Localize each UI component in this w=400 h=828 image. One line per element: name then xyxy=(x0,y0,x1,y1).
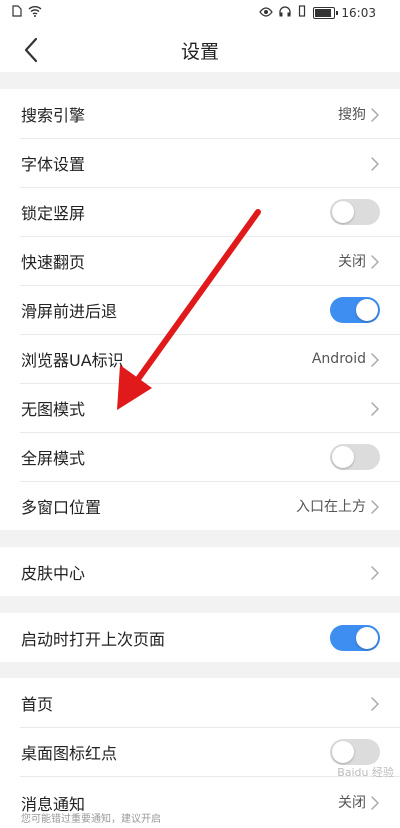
wifi-icon xyxy=(28,5,42,20)
chevron-right-icon xyxy=(370,795,380,810)
file-icon xyxy=(12,5,22,20)
setting-label: 滑屏前进后退 xyxy=(21,301,118,321)
toggle-switch[interactable] xyxy=(330,198,380,225)
setting-label: 桌面图标红点 xyxy=(21,743,118,763)
page-title: 设置 xyxy=(180,41,219,63)
chevron-right-icon xyxy=(370,254,380,269)
chevron-right-icon xyxy=(370,156,380,171)
setting-row[interactable]: 浏览器UA标识 Android xyxy=(0,334,400,383)
setting-row[interactable]: 快速翻页 关闭 xyxy=(0,236,400,285)
chevron-right-icon xyxy=(370,696,380,711)
setting-row[interactable]: 皮肤中心 xyxy=(0,547,400,596)
setting-label: 快速翻页 xyxy=(21,252,86,272)
chevron-right-icon xyxy=(370,107,380,122)
setting-label: 多窗口位置 xyxy=(21,497,102,517)
setting-value: 入口在上方 xyxy=(296,498,366,515)
setting-row[interactable]: 搜索引擎 搜狗 xyxy=(0,89,400,138)
setting-label: 无图模式 xyxy=(21,399,86,419)
status-time: 16:03 xyxy=(341,5,376,20)
toggle-switch[interactable] xyxy=(330,624,380,651)
setting-row[interactable]: 启动时打开上次页面 xyxy=(0,613,400,662)
setting-row[interactable]: 多窗口位置 入口在上方 xyxy=(0,481,400,530)
setting-label: 搜索引擎 xyxy=(21,105,86,125)
setting-label: 首页 xyxy=(21,694,54,714)
headphones-icon xyxy=(279,5,292,20)
setting-value: 搜狗 xyxy=(338,106,366,123)
settings-group: 皮肤中心 xyxy=(0,547,400,596)
status-bar: 16:03 xyxy=(0,0,400,26)
setting-row[interactable]: 首页 xyxy=(0,678,400,727)
setting-label: 锁定竖屏 xyxy=(21,203,86,223)
setting-row[interactable]: 消息通知 您可能错过重要通知，建议开启 关闭 xyxy=(0,776,400,828)
toggle-knob xyxy=(356,298,378,321)
battery-icon xyxy=(313,6,339,19)
setting-row[interactable]: 锁定竖屏 xyxy=(0,187,400,236)
settings-group: 启动时打开上次页面 xyxy=(0,613,400,662)
eye-icon xyxy=(259,6,274,20)
toggle-knob xyxy=(332,200,354,223)
toggle-knob xyxy=(332,740,354,763)
toggle-knob xyxy=(356,626,378,649)
setting-value: 关闭 xyxy=(338,253,366,270)
settings-group: 首页 桌面图标红点 消息通知 您可能错过重要通知，建议开启 关闭 xyxy=(0,678,400,828)
setting-label: 浏览器UA标识 xyxy=(21,350,124,370)
setting-label: 字体设置 xyxy=(21,154,86,174)
setting-row[interactable]: 无图模式 xyxy=(0,383,400,432)
setting-label: 全屏模式 xyxy=(21,448,86,468)
setting-label: 皮肤中心 xyxy=(21,563,86,583)
setting-value: Android xyxy=(311,350,366,367)
setting-row[interactable]: 全屏模式 xyxy=(0,432,400,481)
setting-label: 启动时打开上次页面 xyxy=(21,629,166,649)
settings-group: 搜索引擎 搜狗字体设置锁定竖屏快速翻页 关闭滑屏前进后退 浏览器UA标识 Android… xyxy=(0,89,400,530)
toggle-switch[interactable] xyxy=(330,738,380,765)
setting-row[interactable]: 滑屏前进后退 xyxy=(0,285,400,334)
chevron-right-icon xyxy=(370,565,380,580)
toggle-switch[interactable] xyxy=(330,443,380,470)
title-bar: 设置 xyxy=(0,26,400,72)
toggle-knob xyxy=(332,445,354,468)
chevron-right-icon xyxy=(370,401,380,416)
chevron-right-icon xyxy=(370,499,380,514)
vibrate-icon xyxy=(297,5,307,20)
setting-subtitle: 您可能错过重要通知，建议开启 xyxy=(21,814,161,825)
toggle-switch[interactable] xyxy=(330,296,380,323)
chevron-right-icon xyxy=(370,352,380,367)
watermark: Baidu 经验 xyxy=(337,766,394,779)
setting-row[interactable]: 字体设置 xyxy=(0,138,400,187)
setting-value: 关闭 xyxy=(338,795,366,811)
